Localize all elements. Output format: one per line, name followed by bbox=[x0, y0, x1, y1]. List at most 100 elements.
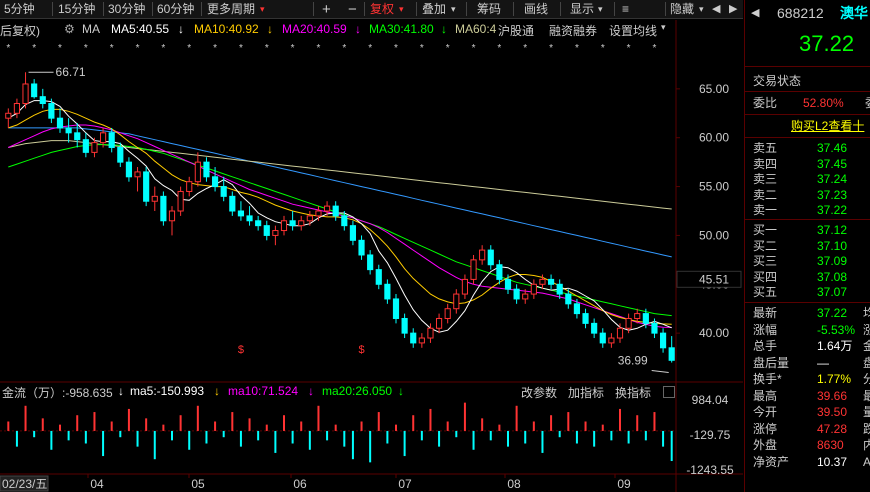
ask-row: 卖五 37.46 bbox=[745, 140, 870, 156]
ask-row-label: 卖一 bbox=[753, 203, 778, 217]
flow-ma10: ma10:71.524 bbox=[228, 384, 299, 398]
candle bbox=[591, 322, 598, 334]
stat-row: 最新 37.22 均 bbox=[745, 305, 870, 321]
info-mine-marker: * bbox=[420, 43, 424, 54]
month-label: 04 bbox=[90, 477, 104, 491]
ask-row-value: 37.45 bbox=[817, 156, 848, 171]
flow-bar bbox=[84, 430, 87, 444]
flow-arrow: ↓ bbox=[398, 384, 404, 398]
candle bbox=[315, 210, 322, 217]
divider bbox=[745, 137, 870, 138]
bid-row-value: 37.12 bbox=[817, 223, 848, 237]
candle bbox=[358, 239, 365, 256]
stat-row: 今开 39.50 量 bbox=[745, 404, 870, 420]
divider bbox=[745, 219, 870, 220]
ma5-line bbox=[8, 100, 672, 333]
tab-add-indicator[interactable]: 加指标 bbox=[568, 384, 604, 401]
stat-row-value: 10.37 bbox=[817, 454, 848, 469]
info-mine-marker: * bbox=[58, 43, 62, 54]
month-label: 06 bbox=[293, 477, 307, 491]
flow-bar bbox=[558, 430, 561, 438]
flow-bar bbox=[653, 412, 656, 431]
candle bbox=[194, 161, 201, 183]
divider bbox=[745, 302, 870, 303]
candle bbox=[496, 264, 503, 280]
flow-bar bbox=[102, 430, 105, 457]
buy-l2-row[interactable]: 购买L2查看十 bbox=[745, 118, 870, 134]
stat-row-label: 涨停 bbox=[753, 421, 778, 436]
info-mine-marker: * bbox=[291, 43, 295, 54]
candle bbox=[375, 269, 382, 285]
candle bbox=[487, 249, 494, 266]
price-tick-label: 55.00 bbox=[699, 180, 729, 194]
price-tick-label: 50.00 bbox=[699, 228, 729, 242]
candle bbox=[392, 298, 400, 319]
candle bbox=[539, 278, 546, 285]
stat-row-extra: A bbox=[863, 454, 870, 469]
candle bbox=[125, 161, 133, 178]
flow-bar bbox=[489, 430, 492, 441]
flow-bar bbox=[196, 405, 199, 431]
flow-bar bbox=[575, 430, 578, 444]
flow-bar bbox=[205, 430, 208, 444]
flow-bar bbox=[50, 430, 53, 450]
candle bbox=[220, 186, 227, 197]
month-label: 05 bbox=[191, 477, 205, 491]
buy-l2-link[interactable]: 购买L2查看十 bbox=[791, 118, 864, 134]
candle bbox=[168, 210, 176, 222]
weibi-label: 委比 bbox=[753, 96, 778, 110]
flow-bar bbox=[636, 415, 639, 431]
flow-bar bbox=[308, 430, 311, 450]
candle bbox=[642, 313, 649, 324]
stat-row-label: 净资产 bbox=[753, 454, 790, 469]
flow-bar bbox=[627, 430, 630, 444]
flow-bar bbox=[420, 430, 423, 441]
tab-change-params[interactable]: 改参数 bbox=[521, 384, 557, 401]
bid-row-value: 37.07 bbox=[817, 285, 848, 299]
stat-row-value: 47.28 bbox=[817, 421, 848, 436]
stat-row-value: 1.77% bbox=[817, 372, 852, 386]
stock-name: 澳华 bbox=[840, 5, 868, 21]
flow-bar bbox=[507, 430, 509, 447]
info-mine-marker: * bbox=[446, 43, 450, 54]
flow-bar bbox=[76, 415, 79, 431]
prev-stock-icon[interactable]: ◀ bbox=[751, 4, 759, 22]
flow-bar bbox=[395, 424, 397, 431]
trade-status-label: 交易状态 bbox=[753, 74, 802, 88]
flow-bar bbox=[317, 405, 320, 431]
info-mine-marker: * bbox=[575, 43, 579, 54]
flow-bar bbox=[515, 405, 518, 431]
bid-row: 买二 37.10 bbox=[745, 238, 870, 254]
info-mine-marker: * bbox=[213, 43, 217, 54]
candle bbox=[504, 278, 512, 290]
flow-bar bbox=[214, 421, 217, 431]
candle bbox=[31, 83, 38, 98]
ma60-line bbox=[8, 140, 672, 210]
flow-bar bbox=[93, 412, 96, 431]
flow-bar bbox=[481, 418, 484, 431]
kline-chart[interactable]: * * * * * * * * * * * * * * * * * * * * * * * * * * 65.00 60.00 55.0… bbox=[0, 0, 743, 492]
flow-bar bbox=[188, 430, 191, 450]
candle bbox=[616, 327, 624, 339]
stat-row: 盘后量 — 盘 bbox=[745, 355, 870, 371]
candle bbox=[151, 195, 158, 202]
flow-bar bbox=[7, 421, 10, 431]
info-mine-marker: * bbox=[136, 43, 140, 54]
candle bbox=[203, 161, 210, 178]
candle bbox=[56, 117, 64, 129]
bid-row: 买四 37.08 bbox=[745, 269, 870, 285]
flow-axis-label: -1243.55 bbox=[686, 463, 734, 477]
flow-bar bbox=[360, 421, 363, 431]
close-panel-icon[interactable] bbox=[663, 386, 675, 398]
flow-bar bbox=[41, 418, 44, 431]
month-label: 07 bbox=[398, 477, 412, 491]
stat-row-value: 1.64万 bbox=[817, 339, 853, 353]
info-mine-marker: * bbox=[601, 43, 605, 54]
price-tick-label: 60.00 bbox=[699, 131, 729, 145]
candle bbox=[634, 313, 641, 319]
flow-bar bbox=[110, 421, 113, 431]
tab-swap-indicator[interactable]: 换指标 bbox=[615, 384, 651, 401]
candle bbox=[272, 230, 279, 236]
flow-bar bbox=[283, 415, 285, 431]
ask-row-value: 37.24 bbox=[817, 172, 848, 186]
